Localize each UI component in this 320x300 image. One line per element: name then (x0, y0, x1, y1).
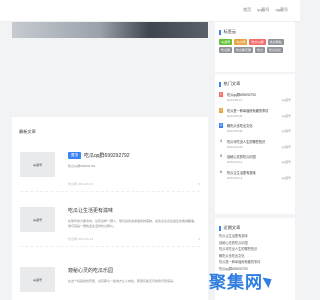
thumb-label: qq靓号 (32, 217, 43, 222)
thumb-label: qq靓号 (32, 277, 43, 282)
post-title-text[interactable]: 吃瓜qq群699292792 (84, 153, 130, 159)
hot-post-date: 2024-05-13 (227, 175, 243, 180)
tag-link[interactable]: 吃瓜网 (234, 39, 248, 45)
section-title: 最新文章 (19, 129, 36, 134)
hot-post-title[interactable]: 吃瓜可吃出人生的哪些知识 (227, 139, 265, 144)
title-accent-bar (219, 29, 221, 35)
post-meta: 吃瓜网 2024-05-13 (68, 182, 94, 186)
hot-post-date: 2024-05-08 (227, 129, 243, 133)
hot-post-title[interactable]: 吃瓜qq群699292792 (227, 92, 256, 97)
title-accent-bar (219, 81, 221, 87)
hot-post-author[interactable]: qq靓号 (282, 114, 291, 118)
post-title[interactable]: 置顶 吃瓜qq群699292792 (68, 152, 130, 160)
widget-title-text: 热门文章 (223, 81, 241, 86)
post-excerpt: 吃瓜qq群699292792 (68, 164, 96, 168)
rank-badge: 3 (219, 123, 223, 128)
hot-post-author[interactable]: qq靓号 (282, 145, 291, 149)
thumb-label: qq靓号 (32, 162, 43, 167)
watermark-text: 聚集网 (209, 273, 263, 293)
nav-link-home[interactable]: 首页 (243, 7, 251, 13)
tag-link[interactable]: 吃瓜网站 (267, 39, 284, 45)
hot-post-title[interactable]: 吃瓜让生活更有滋味 (227, 170, 256, 175)
tag-link[interactable]: 吃瓜聊天群 (234, 47, 254, 53)
post-item[interactable]: qq靓号 吃瓜让生活更有滋味 在繁华的大都市中，总有这样一群人，他们喜欢追求着新… (20, 207, 200, 247)
post-excerpt: 在这个喧嚣的世界里，总有那么一些地方让人向往，那里有着无尽的欢乐和惊喜。 (68, 279, 177, 283)
tag-link[interactable]: 吃瓜 (255, 47, 266, 53)
hot-list: 1 吃瓜qq群699292792 2024-05-11 qq靓号 2 吃瓜是一种… (219, 92, 291, 185)
hot-post-item[interactable]: 6 吃瓜让生活更有滋味 2024-05-13 qq靓号 (219, 170, 291, 186)
rank-badge: 6 (220, 169, 222, 174)
hot-post-item[interactable]: 1 吃瓜qq群699292792 2024-05-11 qq靓号 (219, 92, 291, 108)
tag-link[interactable]: qq靓号 (219, 39, 233, 45)
hot-post-date: 2024-02-12 (227, 160, 243, 164)
post-thumbnail[interactable]: qq靓号 (20, 267, 55, 292)
post-item[interactable]: qq靓号 窥秘心灵的吃瓜乐园 在这个喧嚣的世界里，总有那么一些地方让人向往，那里… (20, 267, 200, 300)
nav-link-qq[interactable]: qq靓号 (257, 7, 269, 13)
site-watermark-logo: 聚集网 (209, 268, 275, 293)
post-title-text[interactable]: 吃瓜让生活更有滋味 (68, 208, 113, 214)
widget-title-text: 近期文章 (223, 225, 241, 230)
title-accent-bar (219, 225, 221, 231)
hot-post-title[interactable]: 吃瓜是一种幸福而有趣的事情 (227, 108, 268, 113)
hot-post-author[interactable]: qq靓号 (282, 176, 291, 180)
post-title[interactable]: 吃瓜让生活更有滋味 (68, 207, 113, 214)
hot-post-date: 2024-05-05 (227, 113, 243, 118)
banner-spacer (12, 38, 208, 116)
hot-post-item[interactable]: 3 瞧吃瓜也吃出文化 2024-05-08 qq靓号 (219, 123, 291, 139)
latest-posts-panel: 最新文章 qq靓号 置顶 吃瓜qq群699292792 吃瓜qq群69929279… (12, 117, 208, 300)
pinned-badge: 置顶 (68, 152, 81, 160)
widget-title: 标签云 (219, 29, 236, 35)
post-title-text[interactable]: 窥秘心灵的吃瓜乐园 (68, 268, 113, 274)
post-item[interactable]: qq靓号 置顶 吃瓜qq群699292792 吃瓜qq群699292792 吃瓜网… (20, 152, 200, 192)
top-navbar: 首页 qq靓号 qq靓号 (0, 0, 300, 22)
widget-title: 近期文章 (219, 225, 240, 231)
rank-badge: 1 (219, 92, 223, 97)
widget-title-text: 标签云 (223, 29, 237, 34)
tag-link[interactable]: 吃瓜群 (219, 47, 233, 53)
nav-link-qq-2[interactable]: qq靓号 (276, 7, 288, 13)
tag-cloud: qq靓号 吃瓜网 吃瓜qq群 吃瓜网站 吃瓜群 吃瓜聊天群 吃瓜 吃瓜论坛 (219, 39, 293, 53)
hot-post-item[interactable]: 4 吃瓜可吃出人生的哪些知识 2024-02-03 qq靓号 (219, 139, 291, 155)
nav-links: 首页 qq靓号 qq靓号 (243, 7, 288, 13)
rank-badge: 4 (220, 138, 222, 143)
hero-banner[interactable] (12, 22, 208, 38)
post-meta: 吃瓜网 2024-05-13 (68, 237, 94, 241)
post-comment-count: 4 (198, 237, 200, 241)
tag-link[interactable]: 吃瓜论坛 (267, 47, 284, 53)
hot-post-title[interactable]: 窥秘心灵的吃瓜乐园 (227, 154, 256, 159)
hot-posts-widget: 热门文章 1 吃瓜qq群699292792 2024-05-11 qq靓号 2 … (215, 74, 295, 214)
hot-post-item[interactable]: 5 窥秘心灵的吃瓜乐园 2024-02-12 qq靓号 (219, 154, 291, 170)
hot-post-author[interactable]: qq靓号 (282, 98, 291, 102)
rank-badge: 5 (220, 154, 222, 158)
hot-post-item[interactable]: 2 吃瓜是一种幸福而有趣的事情 2024-05-05 qq靓号 (219, 107, 291, 124)
tag-cloud-widget: 标签云 qq靓号 吃瓜网 吃瓜qq群 吃瓜网站 吃瓜群 吃瓜聊天群 吃瓜 吃瓜论… (215, 22, 295, 72)
tag-link[interactable]: 吃瓜qq群 (249, 39, 266, 45)
hot-post-author[interactable]: qq靓号 (282, 160, 291, 164)
hot-post-title[interactable]: 瞧吃瓜也吃出文化 (227, 123, 253, 128)
hot-post-author[interactable]: qq靓号 (282, 129, 291, 133)
recent-list: 吃瓜让生活更有滋味 窥秘心灵的吃瓜乐园 吃瓜可吃出人生的哪些知识 瞧吃瓜也吃出文… (219, 233, 291, 272)
widget-title: 热门文章 (219, 81, 240, 87)
rank-badge: 2 (219, 107, 223, 113)
hot-post-date: 2024-02-03 (227, 144, 243, 149)
post-excerpt: 在繁华的大都市中，总有这样一群人，他们喜欢追求着新鲜事物，喜欢关注身边发生的各种… (68, 219, 198, 228)
hot-post-date: 2024-05-11 (227, 98, 243, 102)
post-thumbnail[interactable]: qq靓号 (20, 152, 55, 177)
post-title[interactable]: 窥秘心灵的吃瓜乐园 (68, 267, 113, 274)
post-thumbnail[interactable]: qq靓号 (20, 207, 55, 232)
post-comment-count: 5 (198, 182, 200, 186)
